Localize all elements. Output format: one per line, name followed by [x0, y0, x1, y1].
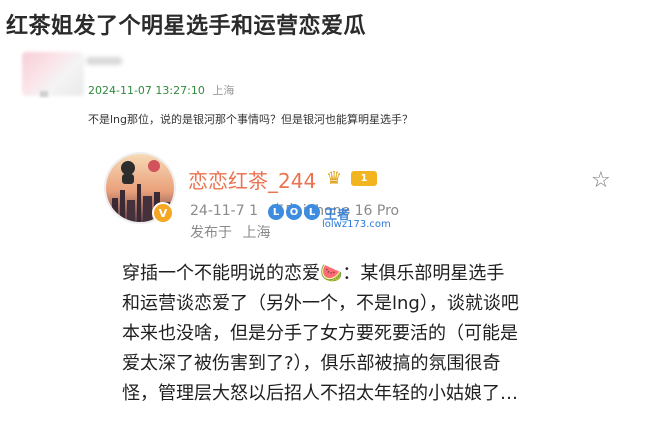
verified-badge-icon: V	[152, 202, 174, 224]
star-icon[interactable]: ☆	[591, 168, 611, 193]
post-body-line: 和运营谈恋爱了（另外一个，不是lng），谈就谈吧	[122, 293, 519, 314]
post-body-line: 本来也没啥，但是分手了女方要死要活的（可能是	[122, 323, 518, 344]
post-published: 发布于 上海	[190, 222, 270, 242]
crown-icon: ♛	[326, 168, 343, 189]
page-title: 红茶姐发了个明星选手和运营恋爱瓜	[6, 14, 367, 39]
watermark-url: lolwz173.com	[322, 219, 391, 230]
post-body: 穿插一个不能明说的恋爱🍉：某俱乐部明星选手 和运营谈恋爱了（另外一个，不是lng…	[122, 259, 622, 409]
comment-username-blurred	[86, 57, 122, 65]
watermark-letter: L	[268, 204, 284, 220]
watermark-logo: L O L	[268, 204, 320, 220]
comment-time: 2024-11-07 13:27:10	[88, 84, 205, 97]
watermark-letter: L	[304, 204, 320, 220]
watermark-letter: O	[286, 204, 302, 220]
level-badge: 1	[351, 171, 377, 186]
comment-meta: 2024-11-07 13:27:10 上海	[88, 82, 234, 98]
comment-location: 上海	[212, 84, 235, 97]
post-body-line: 穿插一个不能明说的恋爱🍉：某俱乐部明星选手	[122, 263, 505, 284]
published-location: 上海	[242, 225, 271, 241]
published-label: 发布于	[190, 225, 232, 241]
blurred-mark	[40, 91, 48, 97]
comment-avatar[interactable]	[22, 52, 84, 96]
comment-text: 不是lng那位，说的是银河那个事情吗？但是银河也能算明星选手？	[88, 113, 414, 126]
post-author-name[interactable]: 恋恋红茶_244	[188, 165, 316, 194]
post-body-line: 怪，管理层大怒以后招人不招太年轻的小姑娘了…	[122, 383, 518, 404]
post-time: 24-11-7 1	[190, 203, 258, 219]
post-body-line: 爱太深了被伤害到了?），俱乐部被搞的氛围很奇	[122, 353, 501, 374]
